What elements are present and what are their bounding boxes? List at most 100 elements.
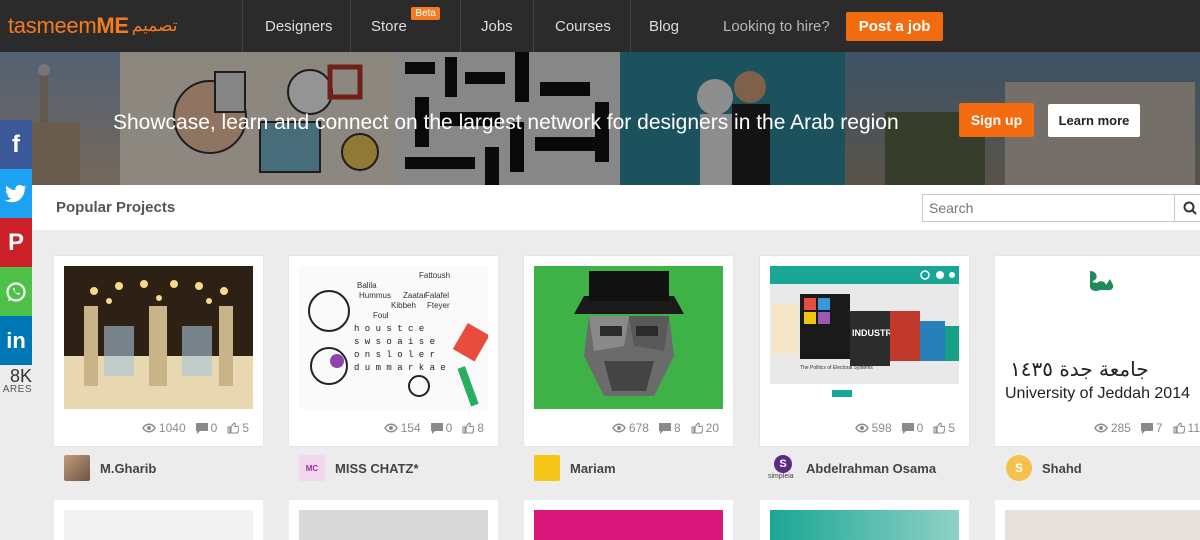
project-author[interactable]: S Shahd — [1006, 455, 1082, 481]
likes-stat: 11 — [1172, 421, 1200, 435]
project-thumbnail[interactable] — [770, 510, 959, 540]
puzzle-word: Balila — [357, 281, 377, 290]
nav-store-label: Store — [371, 17, 407, 35]
book-title: The Politics of Electoral Systems — [800, 365, 873, 371]
likes-count: 20 — [705, 421, 719, 435]
likes-count: 5 — [948, 421, 955, 435]
thumbs-up-icon — [691, 422, 703, 434]
svg-text:o n s l o l e r: o n s l o l e r — [354, 350, 435, 360]
share-sidebar: f P in — [0, 120, 32, 365]
search-icon — [1183, 201, 1197, 215]
avatar-caption: simpleia — [768, 473, 794, 480]
views-stat: 285 — [1093, 421, 1131, 435]
project-thumbnail[interactable]: INDUSTRY The Politics of Electoral Syste… — [770, 266, 959, 409]
eye-icon — [383, 423, 398, 433]
project-thumbnail[interactable] — [64, 266, 253, 409]
nav-designers-label: Designers — [265, 17, 333, 35]
avatar[interactable]: S — [1006, 455, 1032, 481]
site-logo[interactable]: tasmeemME تصميم — [0, 0, 242, 52]
comments-count: 8 — [673, 421, 681, 435]
post-job-button[interactable]: Post a job — [845, 11, 944, 41]
hero-banner: Showcase, learn and connect on the large… — [0, 52, 1200, 185]
pinterest-share-button[interactable]: P — [0, 218, 32, 267]
comments-stat: 0 — [430, 421, 453, 435]
author-name[interactable]: Shahd — [1042, 461, 1082, 476]
avatar[interactable]: S simpleia — [768, 455, 796, 481]
project-card[interactable] — [995, 500, 1200, 540]
pinterest-icon: P — [7, 228, 24, 256]
twitter-icon — [5, 184, 27, 202]
linkedin-share-button[interactable]: in — [0, 316, 32, 365]
project-card[interactable]: INDUSTRY The Politics of Electoral Syste… — [760, 256, 969, 446]
svg-text:s w s o a i s e: s w s o a i s e — [354, 337, 435, 347]
project-thumbnail[interactable] — [534, 266, 723, 409]
views-stat: 154 — [383, 421, 421, 435]
project-card[interactable]: جامعة جدة ١٤٣٥ University of Jeddah 2014… — [995, 256, 1200, 446]
twitter-share-button[interactable] — [0, 169, 32, 218]
comments-stat: 0 — [901, 421, 924, 435]
search-input[interactable] — [922, 194, 1175, 222]
nav-blog-label: Blog — [649, 17, 680, 35]
section-title: Popular Projects — [56, 199, 176, 216]
avatar[interactable] — [64, 455, 90, 481]
comments-count: 0 — [916, 421, 924, 435]
project-card[interactable] — [524, 500, 733, 540]
project-card[interactable] — [289, 500, 498, 540]
avatar[interactable] — [534, 455, 560, 481]
views-stat: 1040 — [142, 421, 186, 435]
project-author[interactable]: M.Gharib — [64, 455, 156, 481]
comments-count: 0 — [210, 421, 218, 435]
hire-prompt: Looking to hire? — [723, 17, 830, 35]
project-thumbnail[interactable] — [299, 510, 488, 540]
project-thumbnail[interactable] — [64, 510, 253, 540]
project-stats: 598 0 5 — [854, 421, 955, 435]
project-author[interactable]: S simpleia Abdelrahman Osama — [768, 455, 936, 481]
comments-count: 0 — [445, 421, 453, 435]
puzzle-word: Falafel — [425, 291, 449, 300]
learn-more-button[interactable]: Learn more — [1048, 104, 1140, 137]
project-thumbnail[interactable]: جامعة جدة ١٤٣٥ University of Jeddah 2014 — [1005, 266, 1200, 409]
whatsapp-share-button[interactable] — [0, 267, 32, 316]
project-author[interactable]: MC MISS CHATZ* — [299, 455, 419, 481]
facebook-share-button[interactable]: f — [0, 120, 32, 169]
author-name[interactable]: Mariam — [570, 461, 616, 476]
project-author[interactable]: Mariam — [534, 455, 616, 481]
nav-designers[interactable]: Designers — [242, 0, 350, 52]
avatar[interactable]: MC — [299, 455, 325, 481]
signup-button[interactable]: Sign up — [959, 103, 1034, 137]
linkedin-icon: in — [6, 327, 26, 353]
share-label: ARES — [2, 384, 32, 395]
comment-icon — [901, 422, 914, 434]
views-stat: 598 — [854, 421, 892, 435]
project-thumbnail[interactable]: Fattoush Balila Hummus Falafel Zaatar Ki… — [299, 266, 488, 409]
nav-courses[interactable]: Courses — [533, 0, 630, 52]
jeddah-arabic-text: جامعة جدة ١٤٣٥ — [1010, 357, 1149, 381]
project-thumbnail[interactable] — [1005, 510, 1200, 540]
author-name[interactable]: Abdelrahman Osama — [806, 461, 936, 476]
search-button[interactable] — [1175, 194, 1200, 222]
nav-courses-label: Courses — [555, 17, 611, 35]
project-card[interactable] — [760, 500, 969, 540]
project-stats: 1040 0 5 — [142, 421, 249, 435]
views-stat: 678 — [612, 421, 649, 435]
author-name[interactable]: MISS CHATZ* — [335, 461, 419, 476]
views-count: 154 — [400, 421, 421, 435]
nav-blog[interactable]: Blog — [630, 0, 699, 52]
nav-store[interactable]: Store Beta — [350, 0, 460, 52]
svg-text:h o u s t c e: h o u s t c e — [354, 324, 424, 334]
eye-icon — [854, 423, 869, 433]
nav-jobs[interactable]: Jobs — [460, 0, 533, 52]
logo-text: tasmeemME — [8, 13, 129, 38]
views-count: 1040 — [158, 421, 186, 435]
author-name[interactable]: M.Gharib — [100, 461, 156, 476]
project-card[interactable] — [54, 500, 263, 540]
project-card[interactable]: 678 8 20 — [524, 256, 733, 446]
thumbs-up-icon — [1172, 422, 1185, 434]
project-card[interactable]: Fattoush Balila Hummus Falafel Zaatar Ki… — [289, 256, 498, 446]
eye-icon — [612, 423, 626, 433]
project-thumbnail[interactable] — [534, 510, 723, 540]
project-stats: 285 7 11 — [1093, 421, 1200, 435]
comment-icon — [1140, 422, 1153, 434]
project-card[interactable]: 1040 0 5 — [54, 256, 263, 446]
popular-projects-bar: Popular Projects — [32, 185, 1200, 230]
